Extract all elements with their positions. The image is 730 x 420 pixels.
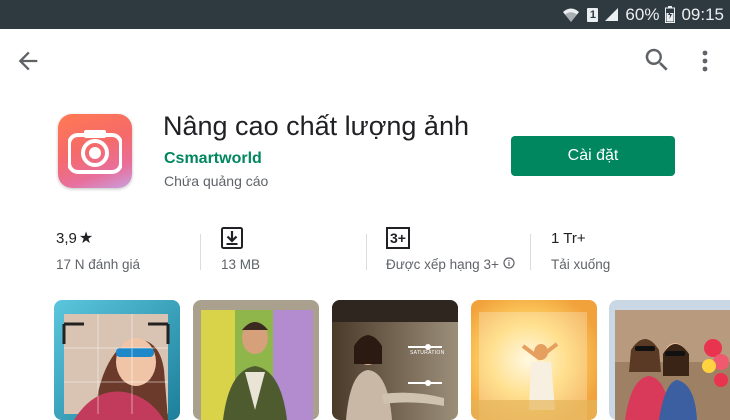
content-rating-badge: 3+ bbox=[386, 227, 410, 249]
downloads-stat: 1 Tr+ Tải xuống bbox=[551, 228, 611, 273]
screenshot-5[interactable] bbox=[609, 300, 730, 420]
downloads-label: Tải xuống bbox=[551, 257, 611, 272]
status-icons: 1 60% 09:15 bbox=[561, 0, 724, 29]
app-bar bbox=[0, 29, 730, 91]
rating-count: 17 N đánh giá bbox=[56, 257, 141, 272]
app-title: Nâng cao chất lượng ảnh bbox=[163, 111, 469, 141]
rating-stat: 3,9 ★ 17 N đánh giá bbox=[56, 228, 141, 273]
wifi-icon bbox=[561, 7, 581, 23]
size-stat: 13 MB bbox=[221, 227, 261, 272]
search-icon[interactable] bbox=[642, 45, 672, 75]
battery-percent: 60% bbox=[625, 4, 660, 24]
ads-notice: Chứa quảng cáo bbox=[164, 173, 269, 189]
more-options-icon[interactable] bbox=[692, 47, 718, 75]
divider bbox=[200, 234, 201, 270]
developer-link[interactable]: Csmartworld bbox=[164, 150, 262, 168]
status-bar: 1 60% 09:15 bbox=[0, 0, 730, 29]
back-arrow-icon[interactable] bbox=[14, 47, 42, 75]
rating-value: 3,9 bbox=[56, 229, 77, 247]
divider bbox=[366, 234, 367, 270]
divider bbox=[530, 234, 531, 270]
install-button[interactable]: Cài đặt bbox=[511, 136, 675, 176]
screenshot-4[interactable] bbox=[471, 300, 597, 420]
sim-icon: 1 bbox=[587, 7, 599, 22]
screenshot-1[interactable] bbox=[54, 300, 180, 420]
downloads-count: 1 Tr+ bbox=[551, 229, 586, 247]
screenshot-3[interactable]: SATURATION bbox=[332, 300, 458, 420]
app-size: 13 MB bbox=[221, 257, 261, 272]
download-icon bbox=[221, 227, 260, 249]
app-icon bbox=[58, 114, 132, 188]
content-rating-stat[interactable]: 3+ Được xếp hạng 3+ bbox=[386, 227, 515, 272]
screenshot-carousel[interactable]: SATURATION bbox=[0, 300, 730, 420]
camera-icon bbox=[68, 130, 122, 174]
clock: 09:15 bbox=[681, 4, 724, 24]
saturation-label: SATURATION bbox=[410, 350, 445, 356]
screenshot-2[interactable] bbox=[193, 300, 319, 420]
star-icon: ★ bbox=[78, 230, 94, 247]
info-icon[interactable] bbox=[503, 257, 515, 272]
signal-icon bbox=[604, 7, 619, 22]
battery-icon bbox=[665, 6, 676, 23]
content-rating-label: Được xếp hạng 3+ bbox=[386, 257, 499, 272]
